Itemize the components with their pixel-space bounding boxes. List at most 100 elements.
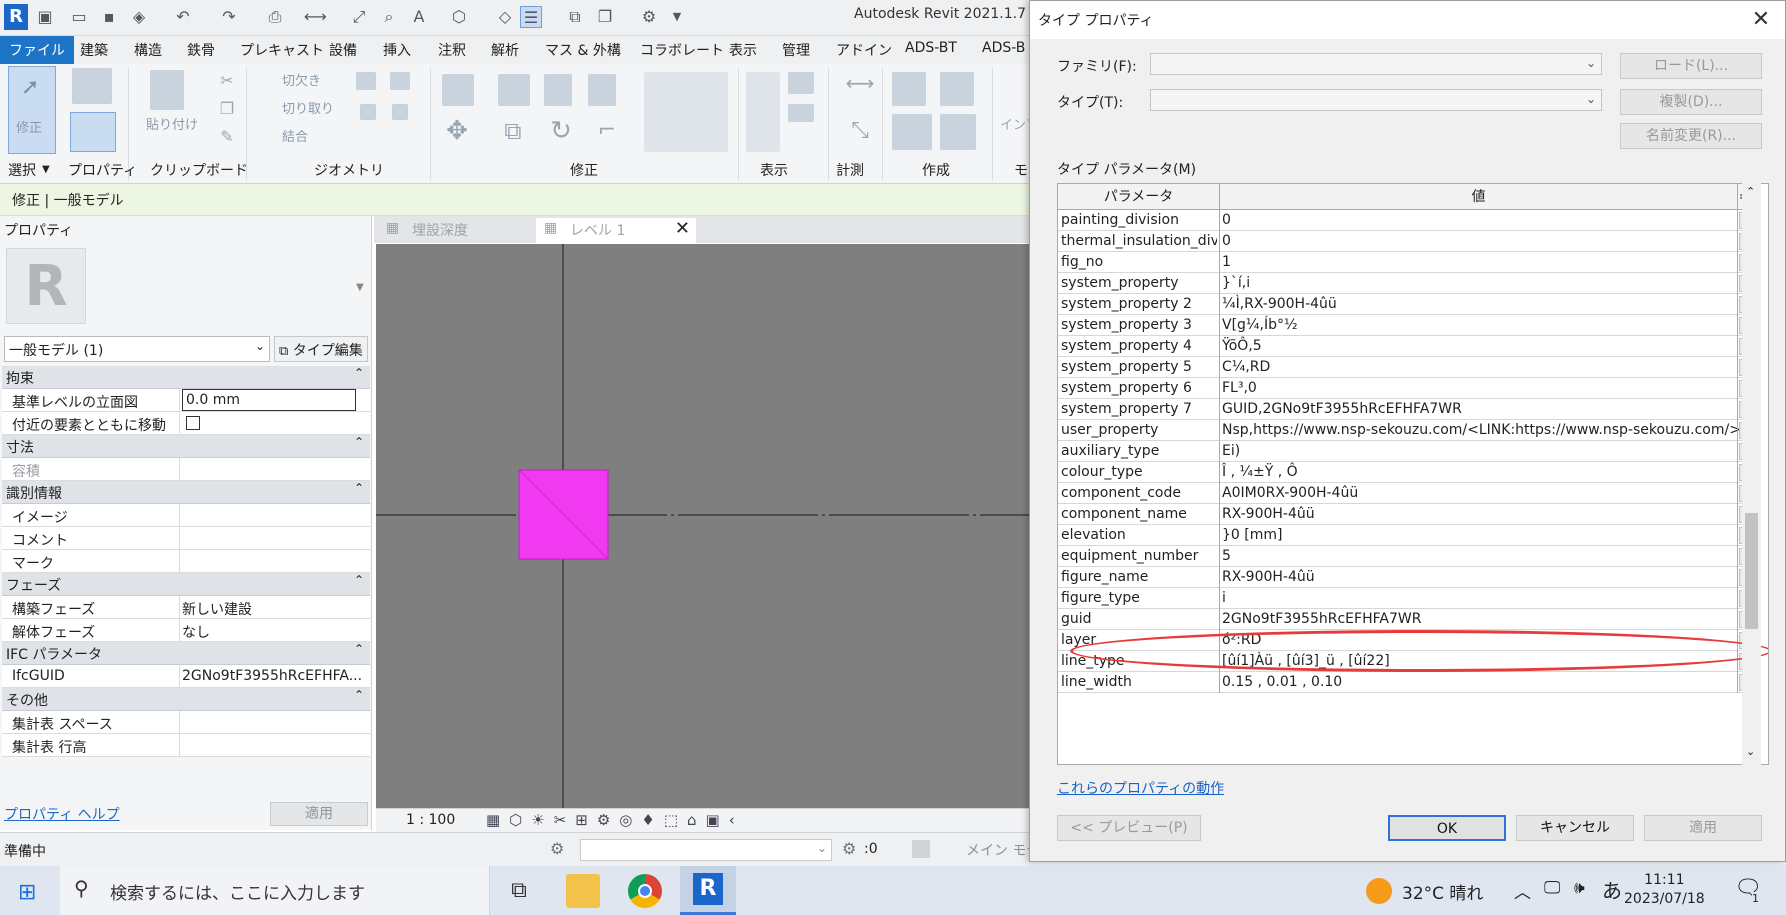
cut-geometry-label[interactable]: 切り取り <box>282 98 334 117</box>
split-face-icon[interactable] <box>390 72 410 90</box>
properties-help-link[interactable]: プロパティ ヘルプ <box>4 804 120 824</box>
network-icon[interactable]: 🖵 <box>1544 878 1560 898</box>
drawing-canvas[interactable] <box>376 244 1032 808</box>
parameter-value[interactable]: Nsp,https://www.nsp-sekouzu.com/<LINK:ht… <box>1222 422 1741 438</box>
parameter-value[interactable]: 0 <box>1222 233 1231 249</box>
design-option-selector[interactable]: メイン モデ <box>966 840 1036 860</box>
parameter-row[interactable]: component_name RX-900H-4ûü <box>1058 504 1752 525</box>
dimension-tool-icon[interactable]: ⤡ <box>840 120 880 142</box>
parameter-value[interactable]: GUID,2GNo9tF3955hRcEFHFA7WR <box>1222 401 1462 417</box>
cancel-button[interactable]: キャンセル <box>1516 815 1634 841</box>
taskbar-clock[interactable]: 11:11 2023/07/18 <box>1624 871 1705 909</box>
paint-icon[interactable] <box>360 104 376 120</box>
prop-row[interactable]: マーク <box>2 550 370 573</box>
create-similar-icon[interactable] <box>940 114 976 150</box>
parameter-row[interactable]: figure_name RX-900H-4ûü <box>1058 567 1752 588</box>
ok-button[interactable]: OK <box>1388 815 1506 841</box>
match-icon[interactable]: ✎ <box>216 126 238 148</box>
column-header-parameter[interactable]: パラメータ <box>1058 184 1220 210</box>
scroll-down-icon[interactable]: ⌄ <box>1746 745 1755 758</box>
override-icon[interactable] <box>788 104 814 122</box>
parameter-row[interactable]: system_property 2 ¼Ì,RX-900H-4ûü <box>1058 294 1752 315</box>
tab-collaborate[interactable]: コラボレート <box>640 40 724 60</box>
file-explorer-icon[interactable] <box>566 874 600 908</box>
section-ifc[interactable]: IFC パラメータ ⌃ <box>2 642 370 665</box>
copy-element-icon[interactable]: ⧉ <box>502 119 524 143</box>
thin-lines-icon[interactable]: ☰ <box>520 6 542 28</box>
prop-row[interactable]: 構築フェーズ 新しい建設 <box>2 596 370 619</box>
taskbar-search[interactable]: ⚲ 検索するには、ここに入力します <box>60 866 490 915</box>
parameter-value[interactable]: 5 <box>1222 548 1231 564</box>
undo-icon[interactable]: ↶ <box>172 6 194 28</box>
windows-start-icon[interactable]: ⊞ <box>18 880 36 905</box>
paste-icon[interactable] <box>150 70 184 110</box>
view-tab-level-1[interactable]: ▦ レベル 1 ✕ <box>536 218 696 243</box>
prop-row[interactable]: IfcGUID 2GNo9tF3955hRcEFHFA... <box>2 665 370 688</box>
parameter-row[interactable]: figure_type i <box>1058 588 1752 609</box>
column-header-value[interactable]: 値 <box>1220 184 1738 210</box>
parameter-row[interactable]: component_code A0IM0RX-900H-4ûü <box>1058 483 1752 504</box>
parameter-value[interactable]: A0IM0RX-900H-4ûü <box>1222 485 1358 501</box>
close-hidden-icon[interactable]: ⧉ <box>564 6 586 28</box>
qat-dropdown-icon[interactable]: ▼ <box>666 6 688 28</box>
save-icon[interactable]: ▪ <box>98 6 120 28</box>
parameter-row[interactable]: system_property 4 ŸõÔ,5 <box>1058 336 1752 357</box>
section-identity[interactable]: 識別情報 ⌃ <box>2 481 370 504</box>
move-with-nearby-checkbox[interactable] <box>186 416 200 430</box>
workset-selector[interactable]: ⌄ <box>580 839 832 861</box>
parameter-row[interactable]: system_property}`í,i <box>1058 273 1752 294</box>
tab-precast[interactable]: プレキャスト <box>240 40 324 60</box>
tab-addins[interactable]: アドイン <box>836 40 892 60</box>
open-icon[interactable]: ▭ <box>68 6 90 28</box>
collapse-icon[interactable]: ⌃ <box>354 366 364 380</box>
collapse-icon[interactable]: ⌃ <box>354 688 364 702</box>
align-icon[interactable] <box>442 74 474 106</box>
cut-icon[interactable]: ✂ <box>216 70 238 92</box>
preview-button[interactable]: << プレビュー(P) <box>1057 815 1201 841</box>
parameter-row[interactable]: user_property Nsp,https://www.nsp-sekouzu… <box>1058 420 1752 441</box>
load-button[interactable]: ロード(L)... <box>1620 53 1762 79</box>
parameter-value[interactable]: ¼Ì,RX-900H-4ûü <box>1222 296 1337 312</box>
dimension-icon[interactable]: ⤢ <box>348 6 370 28</box>
offset-icon[interactable] <box>498 74 530 106</box>
group-select[interactable]: 選択 <box>8 160 36 180</box>
prop-row[interactable]: 集計表 スペース <box>2 711 370 734</box>
tab-manage[interactable]: 管理 <box>782 40 810 60</box>
editable-only-icon[interactable] <box>912 840 930 858</box>
scroll-up-icon[interactable]: ⌃ <box>1746 185 1755 198</box>
rotate-icon[interactable]: ↻ <box>550 118 572 144</box>
parameter-value[interactable]: Ei) <box>1222 443 1240 459</box>
redo-icon[interactable]: ↷ <box>218 6 240 28</box>
weather-text[interactable]: 32°C 晴れ <box>1402 879 1483 904</box>
tab-steel[interactable]: 鉄骨 <box>187 40 215 60</box>
parameter-row[interactable]: painting_division 0 <box>1058 210 1752 231</box>
tab-ads-b[interactable]: ADS-B <box>982 40 1025 56</box>
type-properties-icon[interactable] <box>72 68 112 104</box>
close-icon[interactable]: ✕ <box>675 218 690 239</box>
parameter-value[interactable]: 1 <box>1222 254 1231 270</box>
view-scale[interactable]: 1 : 100 <box>406 812 455 828</box>
ime-indicator[interactable]: あ <box>1602 875 1622 904</box>
move-icon[interactable]: ✥ <box>446 118 468 144</box>
tab-view[interactable]: 表示 <box>729 40 757 60</box>
hide-icon[interactable] <box>788 72 814 94</box>
parameter-value[interactable]: C¼,RD <box>1222 359 1270 375</box>
rename-button[interactable]: 名前変更(R)... <box>1620 123 1762 149</box>
parameter-value[interactable]: 0.15 , 0.01 , 0.10 <box>1222 674 1342 690</box>
settings-icon[interactable]: ⚙ <box>638 6 660 28</box>
copy-icon[interactable]: ❐ <box>216 98 238 120</box>
prop-row[interactable]: イメージ <box>2 504 370 527</box>
prop-row[interactable]: 解体フェーズ なし <box>2 619 370 642</box>
parameter-row[interactable]: system_property 7 GUID,2GNo9tF3955hRcEFHF… <box>1058 399 1752 420</box>
join-label[interactable]: 結合 <box>282 126 308 145</box>
section-constraints[interactable]: 拘束 ⌃ <box>2 366 370 389</box>
modify-button[interactable]: ➚ 修正 <box>8 66 56 154</box>
parameter-value[interactable]: }0 [mm] <box>1222 527 1282 543</box>
parameter-row[interactable]: system_property 5 C¼,RD <box>1058 357 1752 378</box>
trim-icon[interactable]: ⌐ <box>596 120 618 142</box>
parameter-row[interactable]: guid 2GNo9tF3955hRcEFHFA7WR <box>1058 609 1752 630</box>
section-phasing[interactable]: フェーズ ⌃ <box>2 573 370 596</box>
section-other[interactable]: その他 ⌃ <box>2 688 370 711</box>
tab-analyze[interactable]: 解析 <box>491 40 519 60</box>
parameter-value[interactable]: Î , ¼±Ÿ , Ô <box>1222 464 1298 480</box>
